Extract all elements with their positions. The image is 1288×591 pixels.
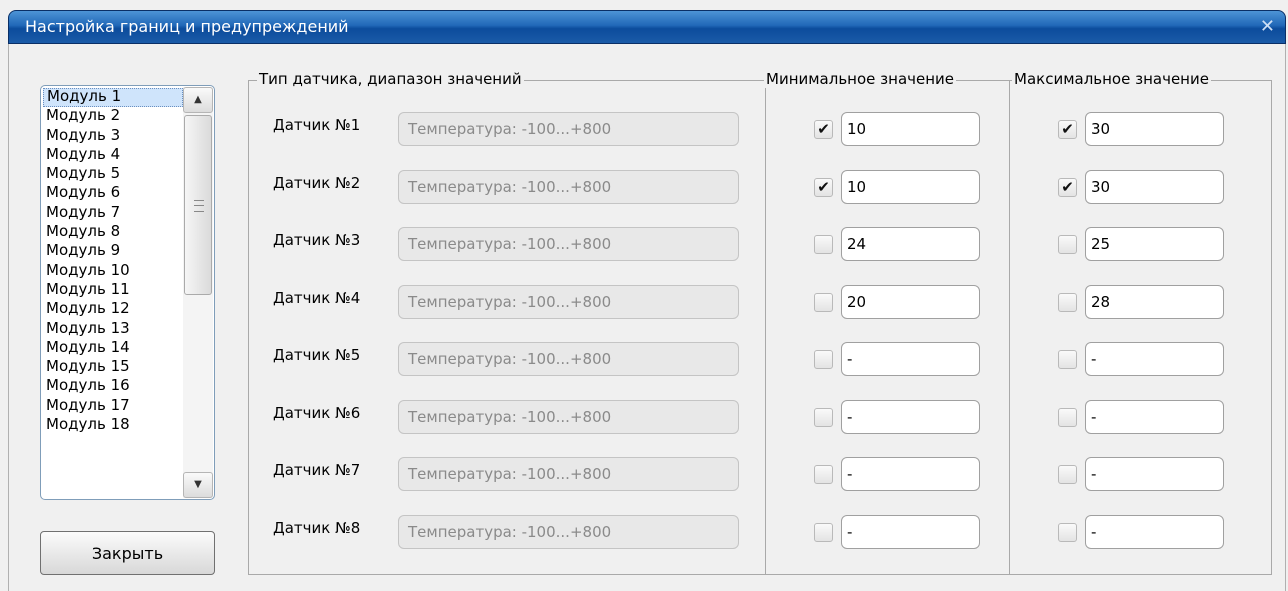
min-enable-checkbox[interactable] [814,292,833,312]
min-enable-checkbox[interactable]: ✔ [814,120,833,139]
min-value-input[interactable]: 10 [841,112,980,146]
sensor-range-field: Температура: -100...+800 [398,399,739,434]
sensor-range-field: Температура: -100...+800 [398,342,739,376]
list-item[interactable]: Модуль 17 [43,396,183,416]
close-button[interactable]: Закрыть [40,531,215,575]
list-item[interactable]: Модуль 13 [43,319,183,339]
min-value-group: Минимальное значение [764,70,1010,575]
sensor-range-field: Температура: -100...+800 [398,227,739,261]
list-item[interactable]: Модуль 3 [43,126,183,146]
list-item[interactable]: Модуль 4 [43,145,183,165]
sensor-range-field: Температура: -100...+800 [398,514,739,549]
min-enable-checkbox[interactable] [814,235,833,254]
max-enable-checkbox[interactable] [1058,292,1077,312]
min-value-input[interactable]: 20 [841,284,980,319]
max-enable-checkbox[interactable] [1058,522,1077,542]
list-item[interactable]: Модуль 11 [43,280,183,300]
min-enable-checkbox[interactable] [814,522,833,542]
max-enable-checkbox[interactable] [1058,235,1077,254]
sensor-type-legend: Тип датчика, диапазон значений [257,70,524,88]
min-value-input[interactable]: - [841,514,980,549]
window-title: Настройка границ и предупреждений [25,17,349,36]
scroll-up-icon[interactable]: ▲ [183,87,213,113]
list-item[interactable]: Модуль 8 [43,222,183,242]
sensor-range-field: Температура: -100...+800 [398,457,739,491]
sensor-type-group: Тип датчика, диапазон значений [248,70,766,575]
max-value-input[interactable]: 28 [1085,284,1224,319]
max-enable-checkbox[interactable]: ✔ [1058,120,1077,139]
max-value-input[interactable]: 30 [1085,112,1224,146]
max-enable-checkbox[interactable] [1058,465,1077,484]
list-item[interactable]: Модуль 16 [43,377,183,396]
max-enable-checkbox[interactable] [1058,407,1077,427]
scroll-thumb[interactable] [184,115,212,295]
max-value-group: Максимальное значение [1009,70,1272,575]
module-list-scrollbar[interactable]: ▲ ▼ [183,87,213,498]
list-item[interactable]: Модуль 5 [43,165,183,184]
min-enable-checkbox[interactable] [814,465,833,484]
min-value-legend: Минимальное значение [764,70,957,88]
max-value-input[interactable]: - [1085,457,1224,491]
module-list-items: Модуль 1 Модуль 2 Модуль 3 Модуль 4 Модуль 5… [43,88,183,435]
min-value-input[interactable]: - [841,342,980,376]
list-item[interactable]: Модуль 9 [43,242,183,261]
max-value-input[interactable]: - [1085,342,1224,376]
max-enable-checkbox[interactable]: ✔ [1058,177,1077,197]
min-value-input[interactable]: - [841,457,980,491]
sensor-range-field: Температура: -100...+800 [398,112,739,146]
min-value-input[interactable]: - [841,399,980,434]
max-value-input[interactable]: - [1085,514,1224,549]
max-enable-checkbox[interactable] [1058,350,1077,369]
title-bar[interactable]: Настройка границ и предупреждений ✕ [8,10,1286,44]
sensor-label: Датчик №8 [273,518,361,537]
max-value-legend: Максимальное значение [1012,70,1211,88]
list-item[interactable]: Модуль 18 [43,415,183,435]
list-item[interactable]: Модуль 1 [43,88,183,108]
list-item[interactable]: Модуль 10 [43,261,183,281]
list-item[interactable]: Модуль 2 [43,107,183,126]
scroll-down-icon[interactable]: ▼ [183,472,213,498]
sensor-label: Датчик №3 [273,231,361,249]
module-list[interactable]: Модуль 1 Модуль 2 Модуль 3 Модуль 4 Модуль 5… [40,85,215,500]
sensor-label: Датчик №6 [273,403,361,422]
settings-window: Настройка границ и предупреждений ✕ Моду… [0,0,1288,591]
sensor-label: Датчик №1 [273,116,361,134]
min-enable-checkbox[interactable]: ✔ [814,177,833,197]
min-enable-checkbox[interactable] [814,350,833,369]
sensor-range-field: Температура: -100...+800 [398,284,739,319]
list-item[interactable]: Модуль 14 [43,338,183,358]
sensor-range-field: Температура: -100...+800 [398,169,739,204]
sensor-label: Датчик №5 [273,346,361,364]
min-value-input[interactable]: 10 [841,169,980,204]
list-item[interactable]: Модуль 12 [43,300,183,319]
min-value-input[interactable]: 24 [841,227,980,261]
list-item[interactable]: Модуль 15 [43,358,183,377]
sensor-label: Датчик №7 [273,461,361,479]
max-value-input[interactable]: - [1085,399,1224,434]
max-value-input[interactable]: 25 [1085,227,1224,261]
list-item[interactable]: Модуль 7 [43,203,183,223]
grip-icon [194,200,204,212]
max-value-input[interactable]: 30 [1085,169,1224,204]
list-item[interactable]: Модуль 6 [43,184,183,203]
close-icon[interactable]: ✕ [1260,16,1275,37]
min-enable-checkbox[interactable] [814,407,833,427]
sensor-label: Датчик №2 [273,173,361,192]
sensor-label: Датчик №4 [273,288,361,307]
